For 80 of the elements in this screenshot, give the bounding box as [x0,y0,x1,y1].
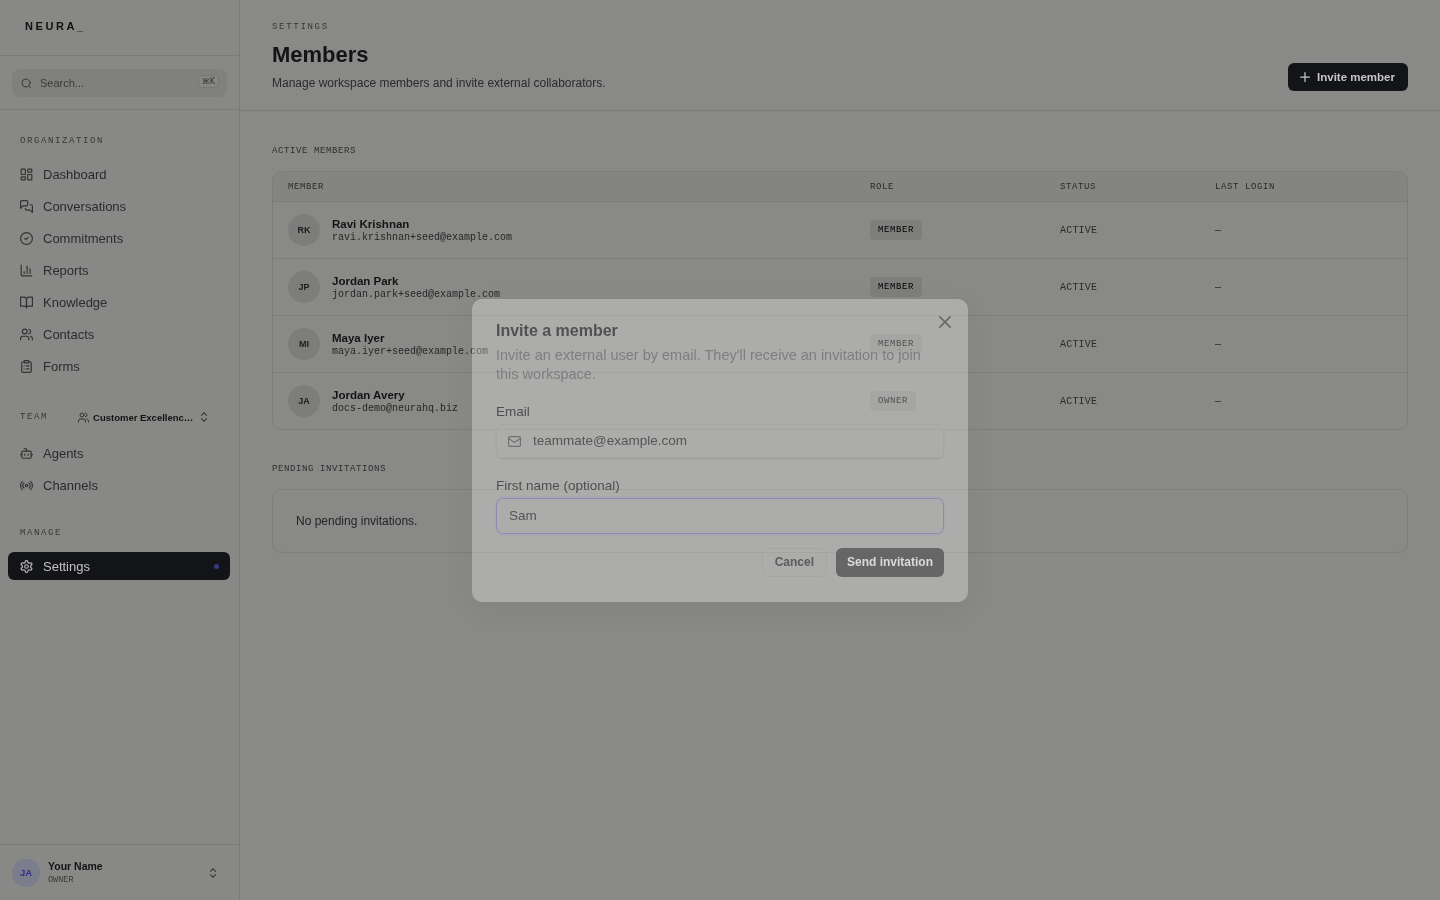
envelope-icon [508,435,521,447]
user-role: OWNER [48,875,75,885]
nav-item[interactable]: Dashboard [8,160,230,188]
plus-icon [1300,72,1310,82]
section-label: TEAM [20,411,48,424]
page-title: Members [272,41,370,69]
text-field[interactable]: Sam [496,497,944,534]
last-login-text: — [1215,281,1222,293]
last-login-text: — [1215,224,1222,236]
broadcast-icon [20,478,33,492]
nav-item[interactable]: Agents [8,439,230,467]
empty-state-text: No pending invitations. [296,514,418,528]
user-avatar[interactable]: JA [12,858,40,887]
team-selector[interactable]: Customer Excellenc… [78,407,208,427]
check-circle-icon [20,231,33,245]
section-label: MANAGE [20,527,62,540]
field-label: First name (optional) [496,476,621,495]
nav-item[interactable]: Commitments [8,224,230,252]
chat-bubbles-icon [20,199,33,213]
close-button[interactable] [939,315,951,328]
member-email: ravi.krishnan+seed@example.com [332,231,513,243]
field-label: Email [496,402,531,421]
people-icon [78,411,89,423]
status-text: ACTIVE [1060,395,1098,407]
role-badge: MEMBER [870,277,922,297]
member-avatar: JA [288,385,320,417]
role-badge: MEMBER [870,220,922,240]
send-invitation-button[interactable]: Send invitation [836,547,944,577]
nav-item[interactable]: Reports [8,256,230,284]
column-header: ROLE [869,181,895,192]
member-avatar: RK [288,214,320,246]
email-field[interactable]: teammate@example.com [496,423,944,458]
member-email: docs-demo@neurahq.biz [332,402,459,414]
last-login-text: — [1215,395,1222,407]
chevron-up-down-icon [201,412,208,422]
user-name: Your Name [48,860,103,872]
breadcrumb: SETTINGS [272,21,330,34]
people-icon [20,327,33,341]
column-header: LAST LOGIN [1214,181,1276,192]
nav-item[interactable]: Settings [8,552,230,580]
role-badge: MEMBER [870,334,922,354]
clipboard-icon [20,359,33,373]
layout-grid-icon [20,167,33,181]
close-icon [939,315,951,328]
dialog-title: Invite a member [496,321,618,340]
nav-item[interactable]: Conversations [8,192,230,220]
dot-icon [214,563,219,569]
chevron-up-down-icon[interactable] [210,867,216,878]
cancel-button[interactable]: Cancel [761,547,827,577]
section-heading: ACTIVE MEMBERS [272,145,357,158]
member-avatar: JP [288,271,320,303]
member-email: jordan.park+seed@example.com [332,288,501,300]
status-text: ACTIVE [1060,338,1098,350]
search-icon [21,78,32,89]
column-header: STATUS [1059,181,1097,192]
last-login-text: — [1215,338,1222,350]
keyboard-shortcut: ⌘K [197,75,219,88]
section-label: ORGANIZATION [20,135,104,148]
brand-logo[interactable]: NEURA_ [25,19,86,33]
nav-item[interactable]: Channels [8,471,230,499]
column-header: MEMBER [287,181,325,192]
nav-item[interactable]: Forms [8,352,230,380]
member-name: Maya Iyer [332,331,386,344]
bar-chart-icon [20,263,33,277]
settings-icon [20,559,33,573]
section-heading: PENDING INVITATIONS [272,463,388,476]
member-name: Jordan Avery [332,388,406,401]
status-text: ACTIVE [1060,281,1098,293]
nav-item[interactable]: Contacts [8,320,230,348]
member-name: Ravi Krishnan [332,217,411,230]
page-description: Manage workspace members and invite external collaborators. [272,76,606,90]
robot-icon [20,446,33,460]
member-avatar: MI [288,328,320,360]
book-icon [20,295,33,309]
member-name: Jordan Park [332,274,400,287]
invite-member-button[interactable]: Invite member [1288,63,1408,91]
status-text: ACTIVE [1060,224,1098,236]
role-badge: OWNER [870,391,916,411]
nav-item[interactable]: Knowledge [8,288,230,316]
member-email: maya.iyer+seed@example.com [332,345,489,357]
